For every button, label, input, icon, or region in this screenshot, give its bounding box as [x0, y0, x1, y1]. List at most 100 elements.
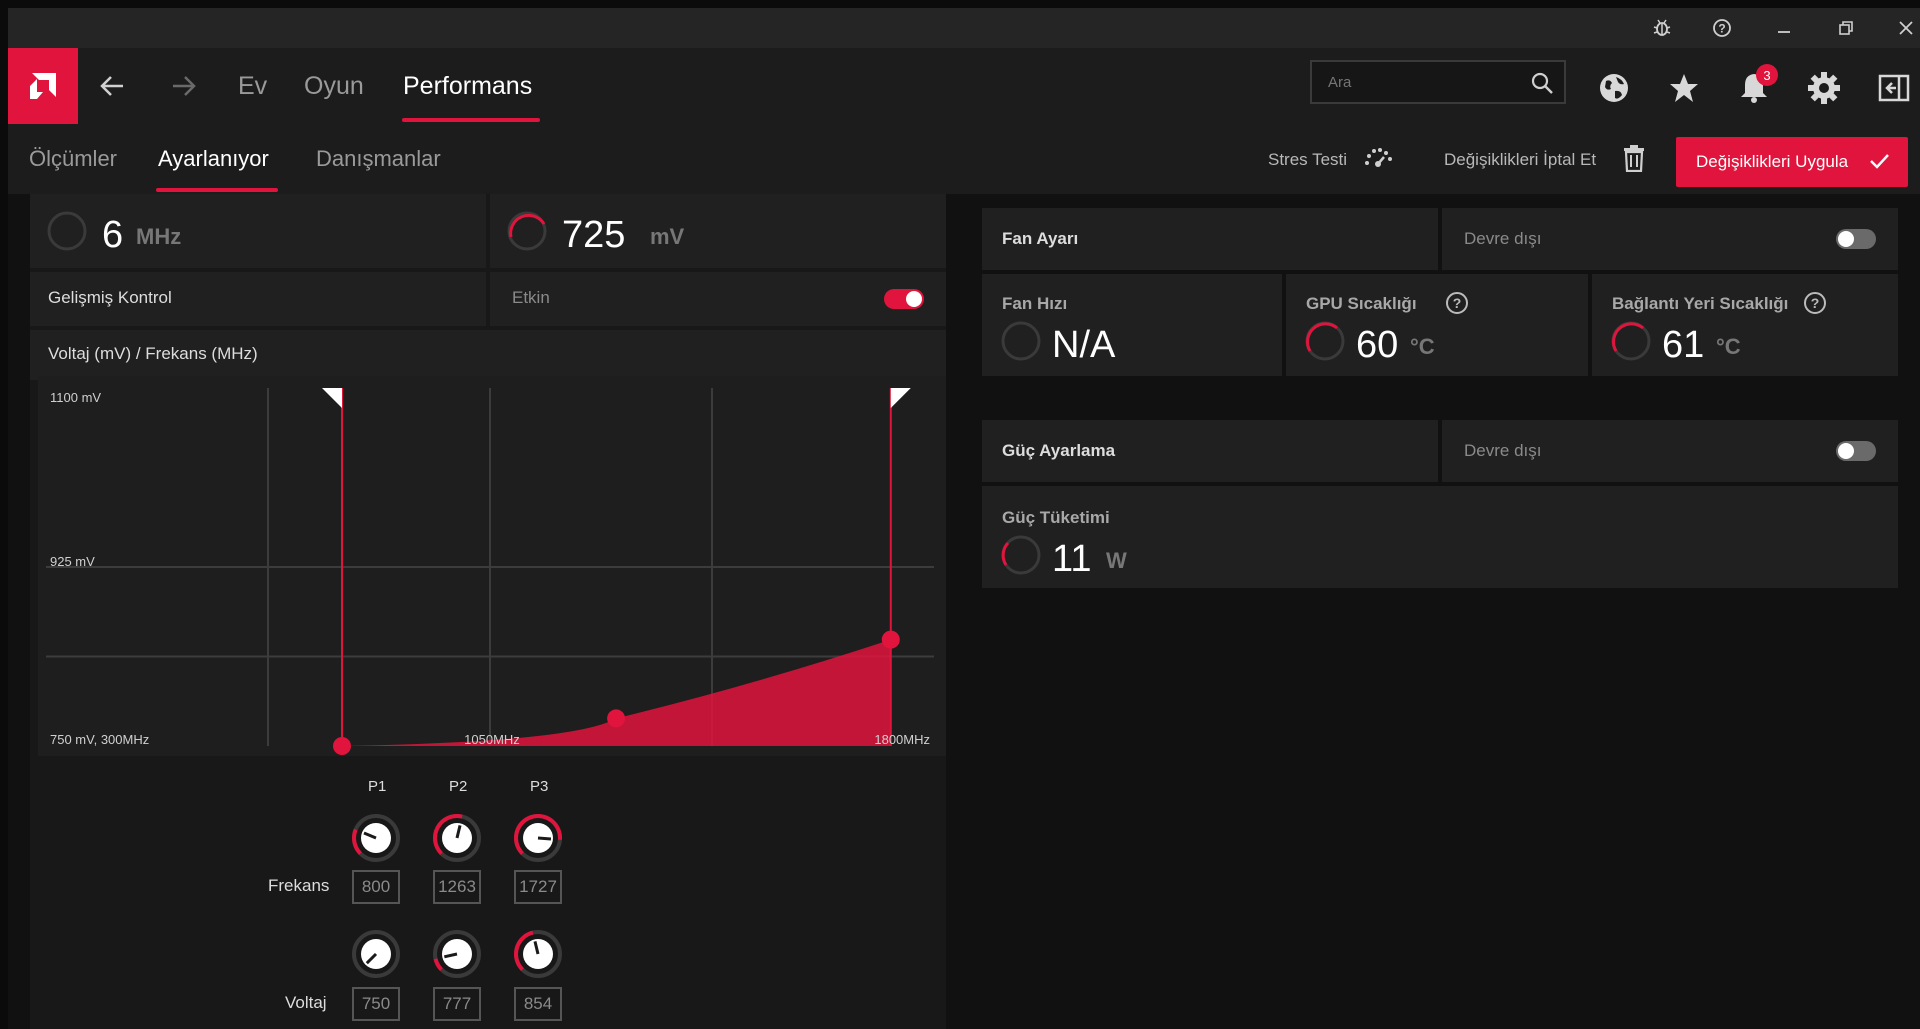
x-tick-label: 1800MHz	[874, 732, 930, 747]
nav-home[interactable]: Ev	[238, 72, 267, 101]
p2-label: P2	[449, 778, 468, 795]
back-arrow-icon[interactable]	[92, 66, 132, 106]
x-tick-label: 1050MHz	[464, 732, 520, 747]
power-consumption-label: Güç Tüketimi	[1002, 508, 1110, 527]
amd-logo-icon[interactable]	[8, 48, 78, 124]
p1-voltage-field[interactable]: 750	[352, 987, 400, 1021]
minimize-icon[interactable]	[1770, 14, 1798, 42]
vf-point-p2[interactable]	[607, 709, 626, 728]
advanced-control-toggle[interactable]	[884, 289, 924, 309]
advanced-control-state: Etkin	[490, 272, 946, 326]
voltage-frequency-chart: 1100 mV 925 mV 750 mV, 300MHz 1050MHz 1800MH…	[38, 376, 946, 756]
nav-performance[interactable]: Performans	[403, 72, 532, 101]
tab-active-indicator	[156, 188, 278, 192]
search-icon[interactable]	[1530, 71, 1554, 100]
settings-gear-icon[interactable]	[1804, 68, 1844, 108]
frequency-knob-p3[interactable]	[512, 812, 564, 864]
fan-speed-gauge-icon	[1001, 321, 1041, 361]
power-consumption-card: Güç Tüketimi 11 W	[982, 486, 1898, 588]
curve-header: Voltaj (mV) / Frekans (MHz)	[30, 330, 946, 380]
discard-changes-label[interactable]: Değişiklikleri İptal Et	[1444, 150, 1596, 170]
stress-test-gauge-icon[interactable]	[1362, 146, 1394, 175]
voltage-value: 725	[562, 214, 626, 256]
fan-tuning-state: Devre dışı	[1442, 208, 1898, 270]
vf-point-p3[interactable]	[881, 630, 900, 649]
p3-voltage-field[interactable]: 854	[514, 987, 562, 1021]
max-frequency-handle	[890, 388, 911, 408]
p2-frequency-field[interactable]: 1263	[433, 870, 481, 904]
gpu-temperature-value: 60	[1356, 324, 1399, 366]
gpu-temperature-label: GPU Sıcaklığı	[1306, 294, 1417, 313]
power-tuning-header: Güç Ayarlama	[982, 420, 1438, 482]
p3-label: P3	[530, 778, 549, 795]
junction-temperature-label: Bağlantı Yeri Sıcaklığı	[1612, 294, 1789, 313]
junction-temperature-unit: °C	[1716, 334, 1741, 359]
p2-voltage-field[interactable]: 777	[433, 987, 481, 1021]
fan-speed-card: Fan Hızı N/A	[982, 274, 1282, 376]
fan-tuning-toggle[interactable]	[1836, 229, 1876, 249]
tab-tuning[interactable]: Ayarlanıyor	[158, 146, 269, 172]
voltage-knob-p3[interactable]	[512, 928, 564, 980]
min-frequency-handle	[322, 388, 342, 408]
tab-advisors[interactable]: Danışmanlar	[316, 146, 441, 172]
clock-gauge-icon	[47, 211, 87, 251]
clock-readout: 6 MHz	[30, 194, 486, 268]
gpu-temp-help-icon[interactable]: ?	[1446, 292, 1468, 314]
web-globe-icon[interactable]	[1594, 68, 1634, 108]
power-tuning-state: Devre dışı	[1442, 420, 1898, 482]
close-icon[interactable]	[1892, 14, 1920, 42]
frequency-knob-p2[interactable]	[431, 812, 483, 864]
junction-temp-help-icon[interactable]: ?	[1804, 292, 1826, 314]
power-consumption-value: 11	[1052, 538, 1092, 580]
bug-report-icon[interactable]	[1648, 14, 1676, 42]
forward-arrow-icon[interactable]	[164, 66, 204, 106]
power-tuning-state-label: Devre dışı	[1464, 441, 1542, 460]
fan-tuning-header: Fan Ayarı	[982, 208, 1438, 270]
p1-label: P1	[368, 778, 387, 795]
vf-point-p1[interactable]	[333, 737, 351, 755]
restore-icon[interactable]	[1832, 14, 1860, 42]
voltage-unit: mV	[650, 224, 685, 249]
y-tick-label: 925 mV	[50, 554, 95, 569]
title-bar: ?	[8, 8, 1920, 48]
voltage-row-label: Voltaj	[285, 993, 327, 1012]
apply-changes-label: Değişiklikleri Uygula	[1696, 152, 1849, 171]
advanced-control-row: Gelişmiş Kontrol	[30, 272, 486, 326]
voltage-gauge-icon	[507, 211, 547, 251]
junction-temperature-value: 61	[1662, 324, 1705, 366]
search-input[interactable]	[1328, 62, 1518, 102]
frequency-knob-p1[interactable]	[350, 812, 402, 864]
gpu-temp-gauge-icon	[1305, 321, 1345, 361]
p3-frequency-field[interactable]: 1727	[514, 870, 562, 904]
apply-changes-button[interactable]: Değişiklikleri Uygula	[1676, 137, 1908, 187]
vf-chart-svg[interactable]: 1100 mV 925 mV 750 mV, 300MHz 1050MHz 1800MH…	[38, 376, 946, 756]
svg-text:?: ?	[1718, 22, 1725, 36]
checkmark-icon	[1868, 151, 1890, 176]
search-box[interactable]	[1310, 60, 1566, 104]
sidebar-panel-icon[interactable]	[1874, 68, 1914, 108]
voltage-readout: 725 mV	[490, 194, 946, 268]
radeon-software-window: ? Ev Oyun Performans Ara 3 Ölçümler Ayar…	[8, 8, 1920, 1029]
favorites-star-icon[interactable]	[1664, 68, 1704, 108]
advanced-control-state-label: Etkin	[512, 288, 550, 307]
help-icon[interactable]: ?	[1708, 14, 1736, 42]
nav-gaming[interactable]: Oyun	[304, 72, 364, 101]
voltage-knob-p2[interactable]	[431, 928, 483, 980]
power-tuning-toggle[interactable]	[1836, 441, 1876, 461]
junction-temperature-card: Bağlantı Yeri Sıcaklığı ? 61 °C	[1592, 274, 1898, 376]
stress-test-label[interactable]: Stres Testi	[1268, 150, 1347, 170]
y-tick-label: 1100 mV	[50, 390, 101, 405]
clock-unit: MHz	[136, 224, 182, 249]
clock-value: 6	[102, 214, 124, 256]
junction-temp-gauge-icon	[1611, 321, 1651, 361]
sub-navigation: Ölçümler Ayarlanıyor Danışmanlar Stres T…	[8, 124, 1920, 194]
tab-metrics[interactable]: Ölçümler	[29, 146, 117, 172]
advanced-control-label: Gelişmiş Kontrol	[48, 288, 172, 307]
trash-icon[interactable]	[1622, 144, 1646, 177]
voltage-knob-p1[interactable]	[350, 928, 402, 980]
p1-frequency-field[interactable]: 800	[352, 870, 400, 904]
curve-title: Voltaj (mV) / Frekans (MHz)	[48, 344, 258, 363]
notifications-bell-icon[interactable]: 3	[1734, 64, 1778, 108]
fan-speed-label: Fan Hızı	[1002, 294, 1068, 313]
notification-count-badge: 3	[1756, 64, 1778, 86]
